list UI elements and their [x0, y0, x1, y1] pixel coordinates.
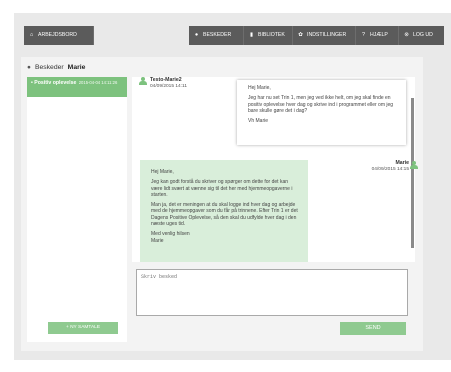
conversation-item[interactable]: • Positiv oplevelse 2015-04-04 14:11:26: [27, 77, 127, 97]
nav-settings-button[interactable]: ✿ INDSTILLINGER: [293, 26, 356, 45]
conversation-date: 2015-04-04 14:11:26: [78, 80, 118, 85]
message-paragraph: Jeg kan godt forstå du skriver og spørge…: [151, 179, 293, 198]
chat-bubble-icon: ●: [27, 64, 31, 71]
logout-icon: ⊗: [404, 32, 409, 38]
nav-dashboard-button[interactable]: ⌂ ARBEJDSBORD: [24, 26, 94, 45]
nav-library-label: BIBLIOTEK: [258, 32, 285, 38]
send-button[interactable]: SEND: [340, 322, 406, 335]
nav-help-button[interactable]: ? HJÆLP: [356, 26, 399, 45]
nav-logout-label: LOG UD: [413, 32, 433, 38]
message-date: 04/09/2015 14:11: [150, 84, 187, 89]
reply-message-bubble: Hej Marie, Jeg kan godt forstå du skrive…: [140, 160, 308, 262]
user-avatar-icon: [410, 161, 418, 169]
nav-library-button[interactable]: ▮ BIBLIOTEK: [244, 26, 293, 45]
message-paragraph: Jeg har nu set Trin 1, men jeg ved ikke …: [248, 95, 394, 114]
message-paragraph: Marie: [151, 237, 164, 244]
nav-dashboard-label: ARBEJDSBORD: [38, 32, 77, 38]
message-paragraph: Vh Marie: [248, 118, 269, 125]
incoming-message-bubble: Hej Marie, Jeg har nu set Trin 1, men je…: [237, 80, 406, 145]
book-icon: ▮: [249, 32, 254, 38]
breadcrumb: ● Beskeder Marie: [27, 62, 85, 74]
nav-help-label: HJÆLP: [370, 32, 388, 38]
new-conversation-button[interactable]: + NY SAMTALE: [48, 322, 118, 334]
chat-bubble-icon: ●: [194, 32, 199, 38]
gear-icon: ✿: [298, 32, 303, 38]
message-sender: Marie: [395, 160, 409, 166]
thread-scrollbar[interactable]: [411, 98, 414, 248]
nav-settings-label: INDSTILLINGER: [307, 32, 347, 38]
conversation-title: Positiv oplevelse: [34, 80, 77, 86]
breadcrumb-section: Beskeder: [34, 64, 64, 71]
message-input[interactable]: [136, 269, 408, 316]
top-strip: [0, 0, 451, 13]
nav-logout-button[interactable]: ⊗ LOG UD: [399, 26, 444, 45]
top-navigation: ⌂ ARBEJDSBORD ● BESKEDER ▮ BIBLIOTEK ✿ INDST…: [21, 26, 444, 45]
message-date: 04/09/2015 14:15: [371, 167, 409, 172]
conversation-list: • Positiv oplevelse 2015-04-04 14:11:26: [27, 77, 127, 342]
help-icon: ?: [361, 32, 366, 38]
breadcrumb-name: Marie: [67, 64, 86, 71]
nav-messages-button[interactable]: ● BESKEDER: [189, 26, 244, 45]
message-sender: Testo-Marie2: [150, 77, 182, 83]
message-paragraph: Man ja, det er meningen at du skal logge…: [151, 202, 298, 228]
home-icon: ⌂: [29, 32, 34, 38]
message-paragraph: Hej Marie,: [248, 85, 271, 91]
nav-messages-label: BESKEDER: [203, 32, 232, 38]
message-paragraph: Hej Marie,: [151, 169, 174, 175]
user-avatar-icon: [139, 77, 147, 85]
